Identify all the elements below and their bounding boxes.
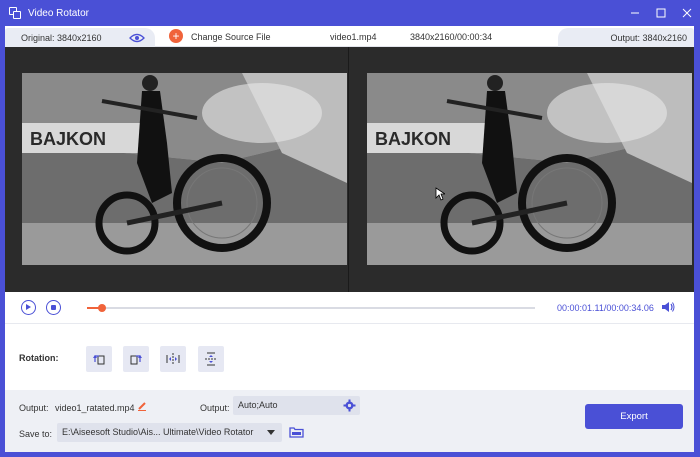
close-button[interactable] [674, 0, 700, 26]
gear-icon[interactable] [343, 399, 356, 412]
video-preview-area: BAJKON BAJKON [5, 47, 694, 292]
output-file-label: Output: [19, 403, 49, 413]
rotate-left-icon [93, 355, 105, 365]
rotate-right-button[interactable] [123, 346, 149, 372]
output-format-select[interactable]: Auto;Auto [233, 396, 360, 415]
folder-icon[interactable] [289, 426, 304, 438]
save-path-value: E:\Aiseesoft Studio\Ais... Ultimate\Vide… [62, 427, 254, 437]
edit-pencil-icon[interactable] [137, 401, 147, 411]
save-path-select[interactable]: E:\Aiseesoft Studio\Ais... Ultimate\Vide… [57, 423, 282, 442]
playback-time: 00:00:01.11/00:00:34.06 [557, 303, 654, 313]
export-button[interactable]: Export [585, 404, 683, 429]
close-icon [682, 8, 692, 18]
volume-icon[interactable] [661, 301, 675, 313]
playback-controls: 00:00:01.11/00:00:34.06 [5, 292, 694, 324]
progress-slider[interactable] [87, 304, 535, 312]
flip-vertical-button[interactable] [198, 346, 224, 372]
main-panel: Original: 3840x2160 + Change Source File… [5, 26, 694, 452]
window-title: Video Rotator [28, 7, 89, 19]
original-video-preview: BAJKON [22, 73, 347, 265]
flip-horizontal-button[interactable] [160, 346, 186, 372]
play-button[interactable] [21, 300, 36, 315]
save-path-dropdown[interactable] [260, 423, 282, 442]
source-file-name: video1.mp4 [330, 32, 377, 42]
bmx-rider-image: BAJKON [367, 73, 692, 265]
svg-text:BAJKON: BAJKON [375, 129, 451, 149]
original-resolution: Original: 3840x2160 [21, 32, 102, 43]
mouse-cursor-icon [435, 187, 445, 201]
title-bar: Video Rotator [0, 0, 700, 26]
output-format-label: Output: [200, 403, 230, 413]
output-video-preview: BAJKON [367, 73, 692, 265]
change-source-button[interactable]: Change Source File [191, 32, 271, 42]
eye-icon[interactable] [129, 33, 145, 43]
output-settings-panel: Output: video1_ratated.mp4 Output: Auto;… [5, 390, 694, 452]
output-file-name: video1_ratated.mp4 [55, 403, 135, 413]
maximize-button[interactable] [648, 0, 674, 26]
svg-text:BAJKON: BAJKON [30, 129, 106, 149]
rotation-label: Rotation: [19, 353, 59, 363]
minimize-button[interactable] [622, 0, 648, 26]
stop-button[interactable] [46, 300, 61, 315]
output-format-value: Auto;Auto [238, 400, 278, 410]
progress-thumb[interactable] [98, 304, 106, 312]
source-file-info: 3840x2160/00:00:34 [410, 32, 493, 42]
app-logo-icon [9, 7, 21, 19]
original-info-tab: Original: 3840x2160 [5, 28, 155, 47]
rotate-right-icon [130, 355, 142, 365]
chevron-down-icon [267, 429, 275, 435]
flip-horizontal-icon [166, 353, 180, 365]
flip-vertical-icon [205, 352, 217, 366]
output-info-tab: Output: 3840x2160 [558, 28, 694, 47]
output-resolution: Output: 3840x2160 [610, 32, 687, 43]
save-to-label: Save to: [19, 429, 53, 439]
bmx-rider-image: BAJKON [22, 73, 347, 265]
maximize-icon [656, 8, 666, 18]
info-bar: Original: 3840x2160 + Change Source File… [5, 26, 694, 47]
preview-divider [348, 47, 349, 292]
add-icon[interactable]: + [169, 29, 183, 43]
minimize-icon [631, 12, 639, 14]
rotate-left-button[interactable] [86, 346, 112, 372]
